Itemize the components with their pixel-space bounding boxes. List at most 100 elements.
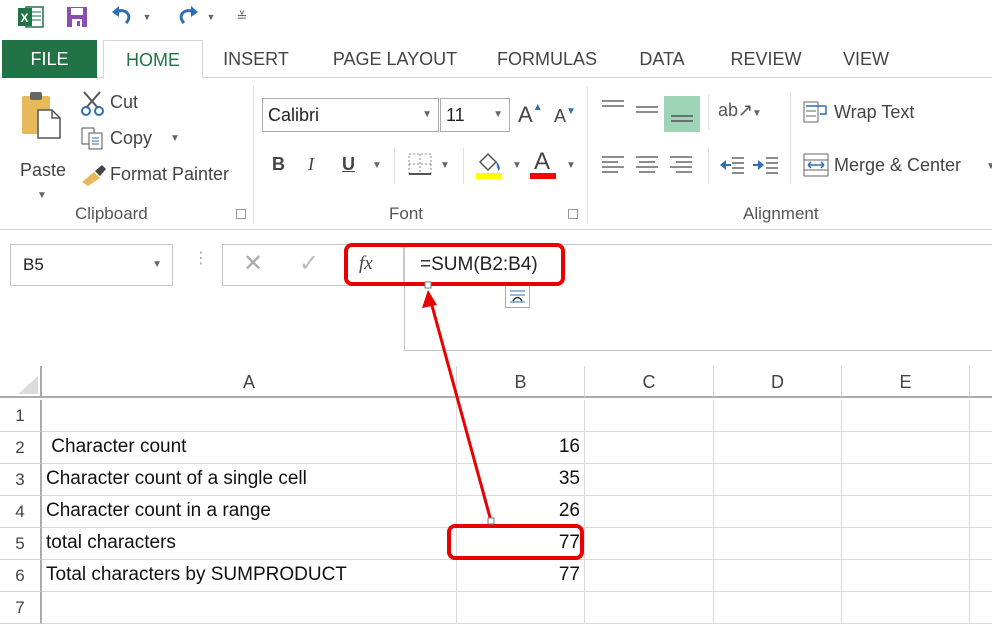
cell-B3[interactable]: 35 [457,464,585,496]
cell-C7[interactable] [585,592,714,624]
cell-E4[interactable] [842,496,970,528]
borders-dropdown-icon[interactable]: ▼ [440,160,450,171]
cell-E1[interactable] [842,400,970,432]
cell-B7[interactable] [457,592,585,624]
font-launcher-icon[interactable] [568,209,578,219]
cell-A5[interactable]: total characters [42,528,457,560]
cell-F7[interactable] [970,592,992,624]
cell-E2[interactable] [842,432,970,464]
paste-dropdown-icon[interactable]: ▼ [37,190,47,201]
cell-D6[interactable] [714,560,842,592]
cell-C1[interactable] [585,400,714,432]
orientation-icon[interactable]: ab↗ [718,100,753,121]
underline-dropdown-icon[interactable]: ▼ [372,160,382,171]
column-header-d[interactable]: D [714,366,842,398]
copy-dropdown-icon[interactable]: ▼ [170,133,180,144]
font-name-dropdown[interactable]: Calibri ▼ [262,98,439,132]
cell-B6[interactable]: 77 [457,560,585,592]
save-icon[interactable] [62,4,92,30]
cell-F6[interactable] [970,560,992,592]
copy-button[interactable]: Copy ▼ [80,126,190,152]
column-header-e[interactable]: E [842,366,970,398]
cell-D4[interactable] [714,496,842,528]
align-right-icon[interactable] [668,154,694,176]
align-center-icon[interactable] [634,154,660,176]
format-painter-button[interactable]: Format Painter [80,162,240,188]
font-size-dropdown[interactable]: 11 ▼ [440,98,510,132]
cell-F5[interactable] [970,528,992,560]
tab-insert[interactable]: INSERT [218,40,294,78]
font-color-button[interactable]: A [530,148,558,180]
name-box[interactable]: B5 ▼ [10,244,173,286]
merge-center-dropdown-icon[interactable]: ▼ [986,161,992,172]
cell-F4[interactable] [970,496,992,528]
column-header-c[interactable]: C [585,366,714,398]
cancel-icon[interactable]: ✕ [243,249,263,278]
cell-A6[interactable]: Total characters by SUMPRODUCT [42,560,457,592]
cell-A7[interactable] [42,592,457,624]
cell-D2[interactable] [714,432,842,464]
increase-indent-icon[interactable] [752,154,780,176]
orientation-dropdown-icon[interactable]: ▼ [752,108,762,119]
cell-E3[interactable] [842,464,970,496]
tab-formulas[interactable]: FORMULAS [492,40,602,78]
row-header[interactable]: 3 [0,464,42,496]
cell-D3[interactable] [714,464,842,496]
top-align-icon[interactable] [600,98,626,118]
increase-font-size-icon[interactable]: A▲ [518,102,543,128]
cell-A3[interactable]: Character count of a single cell [42,464,457,496]
tab-file[interactable]: FILE [2,40,97,78]
cell-A2[interactable]: Character count [42,432,457,464]
cell-E6[interactable] [842,560,970,592]
align-left-icon[interactable] [600,154,626,176]
undo-icon[interactable] [108,4,138,30]
tab-home[interactable]: HOME [103,40,203,79]
row-header[interactable]: 6 [0,560,42,592]
cell-C5[interactable] [585,528,714,560]
fill-color-dropdown-icon[interactable]: ▼ [512,160,522,171]
cell-F3[interactable] [970,464,992,496]
customize-qat-icon[interactable]: ≚ [234,4,250,30]
cell-A4[interactable]: Character count in a range [42,496,457,528]
decrease-indent-icon[interactable] [718,154,746,176]
cell-C2[interactable] [585,432,714,464]
redo-icon[interactable] [172,4,202,30]
row-header[interactable]: 2 [0,432,42,464]
cell-E5[interactable] [842,528,970,560]
paste-button[interactable]: Paste ▼ [16,90,70,210]
clipboard-launcher-icon[interactable] [236,209,246,219]
name-box-dropdown-icon[interactable]: ▼ [152,245,162,285]
cell-F2[interactable] [970,432,992,464]
column-header-a[interactable]: A [42,366,457,398]
undo-dropdown-icon[interactable]: ▼ [140,4,154,30]
cell-C3[interactable] [585,464,714,496]
italic-button[interactable]: I [308,154,314,175]
cell-D1[interactable] [714,400,842,432]
decrease-font-size-icon[interactable]: A▼ [554,106,576,127]
tab-page-layout[interactable]: PAGE LAYOUT [320,40,470,78]
tab-review[interactable]: REVIEW [726,40,806,78]
column-header-f[interactable] [970,366,992,398]
borders-icon[interactable] [407,152,433,178]
row-header[interactable]: 1 [0,400,42,432]
cell-F1[interactable] [970,400,992,432]
cell-B2[interactable]: 16 [457,432,585,464]
formula-bar-grip-icon[interactable]: ⋮ [193,251,209,267]
redo-dropdown-icon[interactable]: ▼ [204,4,218,30]
collapse-formula-bar-icon[interactable] [505,285,530,308]
enter-checkmark-icon[interactable]: ✓ [299,249,319,278]
row-header[interactable]: 4 [0,496,42,528]
merge-center-button[interactable]: Merge & Center ▼ [802,152,992,180]
column-header-b[interactable]: B [457,366,585,398]
cell-D7[interactable] [714,592,842,624]
bold-button[interactable]: B [272,154,285,175]
wrap-text-button[interactable]: Wrap Text [802,100,932,128]
underline-button[interactable]: U [342,154,355,175]
cell-D5[interactable] [714,528,842,560]
font-color-dropdown-icon[interactable]: ▼ [566,160,576,171]
cut-button[interactable]: Cut [80,90,150,116]
bottom-align-button[interactable] [664,96,700,132]
tab-view[interactable]: VIEW [836,40,896,78]
row-header[interactable]: 5 [0,528,42,560]
cell-C4[interactable] [585,496,714,528]
